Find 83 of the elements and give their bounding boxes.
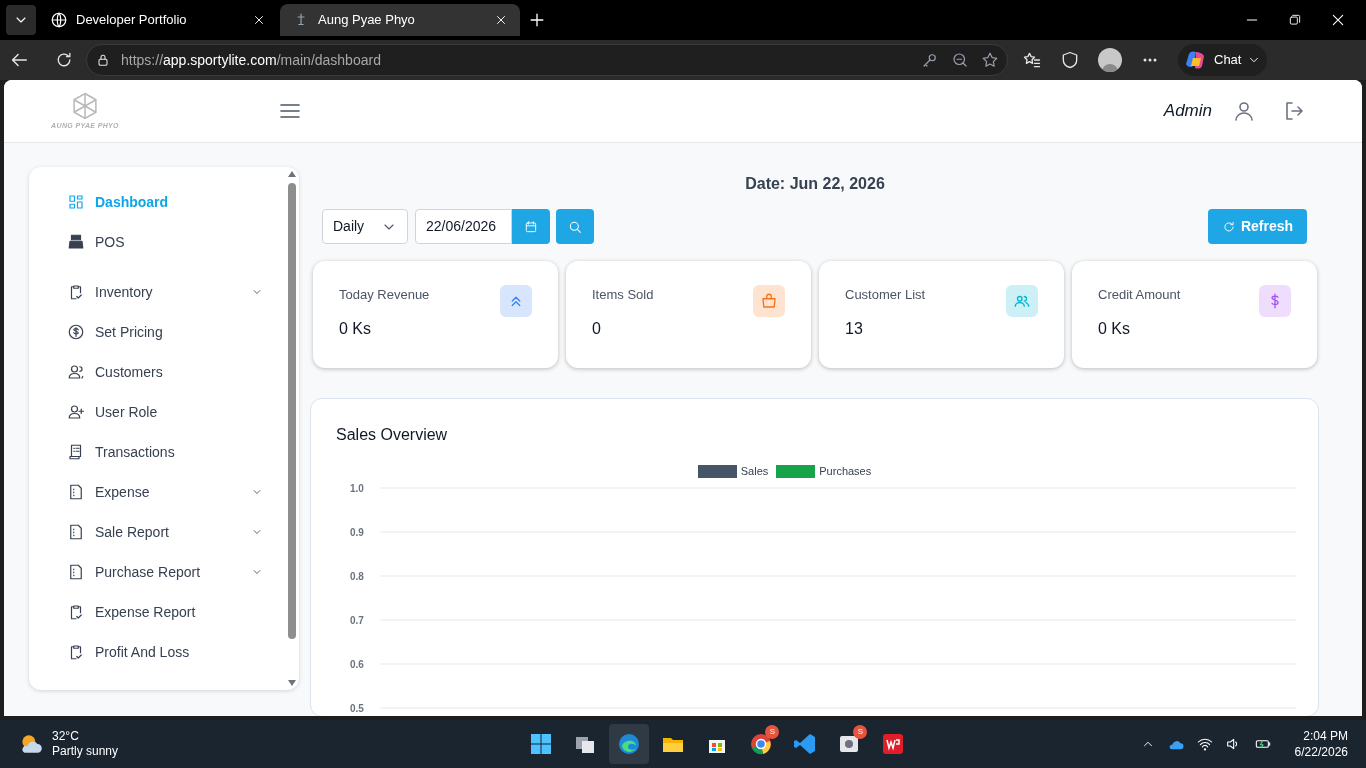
- sidebar-item[interactable]: User Role: [29, 392, 299, 432]
- document-icon: [67, 563, 85, 581]
- legend-label: Sales: [740, 464, 769, 479]
- address-bar[interactable]: https://app.sportylite.com/main/dashboard: [86, 44, 1008, 76]
- chrome-browser-icon: [749, 732, 774, 756]
- user-plus-icon: [67, 403, 85, 421]
- favorites-icon[interactable]: [1022, 50, 1042, 70]
- sidebar-item[interactable]: Customers: [29, 352, 299, 392]
- calendar-icon: [524, 219, 538, 234]
- lock-icon: [95, 52, 111, 68]
- sidebar-item[interactable]: POS: [29, 222, 299, 262]
- temperature: 32°C: [52, 729, 80, 744]
- close-icon[interactable]: [252, 13, 266, 27]
- stat-value: 0: [592, 318, 602, 339]
- date-title: Date: Jun 22, 2026: [744, 174, 886, 194]
- scrollbar[interactable]: [287, 171, 297, 686]
- axis-tick-label: 1.0: [350, 482, 364, 494]
- chat-button[interactable]: Chat: [1178, 44, 1268, 76]
- sidebar-item[interactable]: Expense: [29, 472, 299, 512]
- sidebar-item[interactable]: Transactions: [29, 432, 299, 472]
- period-select[interactable]: Daily: [322, 209, 408, 244]
- card-title: Sales Overview: [336, 425, 449, 445]
- tab-title: Developer Portfolio: [76, 11, 188, 30]
- key-icon[interactable]: [921, 51, 939, 69]
- user-icon[interactable]: [1232, 99, 1256, 123]
- cash-register-icon: [67, 233, 85, 251]
- notification-badge: S: [853, 725, 868, 739]
- office-icon: [881, 732, 906, 756]
- sidebar-item[interactable]: Inventory: [29, 272, 299, 312]
- legend-label: Purchases: [819, 464, 872, 479]
- shield-icon[interactable]: [1060, 50, 1080, 70]
- scrollbar-thumb[interactable]: [288, 183, 296, 639]
- stat-label: Items Sold: [592, 286, 654, 304]
- axis-tick-label: 0.7: [350, 614, 364, 626]
- axis-tick-label: 0.9: [350, 526, 364, 538]
- taskbar-app[interactable]: S: [741, 724, 782, 764]
- close-icon[interactable]: [494, 13, 508, 27]
- wifi-icon[interactable]: [1196, 736, 1213, 752]
- restore-icon[interactable]: [1288, 13, 1302, 27]
- users-icon: [67, 363, 85, 381]
- close-icon[interactable]: [1330, 12, 1346, 28]
- clock-date[interactable]: 6/22/2026: [1294, 744, 1348, 760]
- sidebar-item[interactable]: Set Pricing: [29, 312, 299, 352]
- logo-mark-icon: [70, 90, 100, 121]
- stat-value: 13: [845, 318, 864, 339]
- taskbar-app[interactable]: S: [829, 724, 870, 764]
- url-text: https://app.sportylite.com/main/dashboard: [121, 50, 381, 70]
- axis-tick-label: 0.6: [350, 658, 364, 670]
- stat-value: 0 Ks: [1098, 318, 1131, 339]
- sidebar-item[interactable]: Purchase Report: [29, 552, 299, 592]
- scroll-up-icon[interactable]: [288, 171, 296, 177]
- edge-browser-icon: [617, 732, 642, 756]
- star-icon[interactable]: [981, 51, 999, 69]
- stat-label: Credit Amount: [1098, 286, 1181, 304]
- sidebar-item[interactable]: Expense Report: [29, 592, 299, 632]
- user-name: Admin: [1163, 100, 1212, 123]
- windows-start-icon: [529, 732, 554, 756]
- weather-condition: Partly sunny: [52, 744, 119, 759]
- profile-avatar[interactable]: [1098, 48, 1122, 72]
- tab-list-button[interactable]: [6, 5, 36, 35]
- refresh-icon: [1221, 219, 1236, 234]
- tab-title: Aung Pyae Phyo: [318, 11, 416, 30]
- document-icon: [67, 483, 85, 501]
- globe-icon: [50, 11, 68, 29]
- stat-label: Customer List: [845, 286, 926, 304]
- taskbar-app[interactable]: [609, 724, 650, 764]
- sidebar-item[interactable]: Sale Report: [29, 512, 299, 552]
- browser-tab[interactable]: Aung Pyae Phyo: [280, 4, 520, 36]
- document-icon: [67, 523, 85, 541]
- stat-value: 0 Ks: [339, 318, 372, 339]
- stat-label: Today Revenue: [339, 286, 430, 304]
- axis-tick-label: 0.5: [350, 702, 364, 714]
- notification-badge: S: [765, 725, 780, 739]
- scroll-down-icon[interactable]: [288, 680, 296, 686]
- code-editor-icon: [793, 732, 818, 756]
- date-field[interactable]: 22/06/2026: [415, 209, 512, 244]
- clock-time[interactable]: 2:04 PM: [1303, 728, 1348, 744]
- chat-label: Chat: [1214, 51, 1242, 70]
- zoom-out-icon[interactable]: [951, 51, 969, 69]
- dollar-circle-icon: [67, 323, 85, 341]
- axis-tick-label: 0.8: [350, 570, 364, 582]
- grid-icon: [67, 193, 85, 211]
- sidebar-item[interactable]: Profit And Loss: [29, 632, 299, 672]
